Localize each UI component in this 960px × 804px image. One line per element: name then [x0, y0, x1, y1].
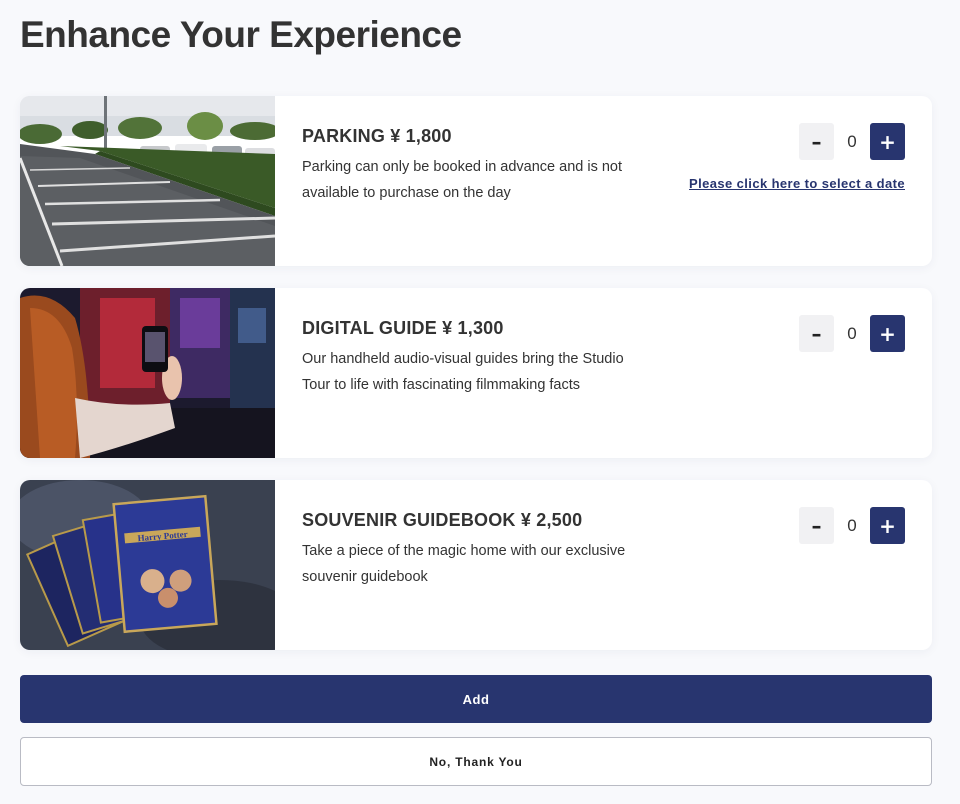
quantity-value: 0	[847, 515, 857, 535]
souvenir-guidebook-image: Harry Potter	[20, 480, 275, 650]
increase-button[interactable]: +	[870, 315, 905, 352]
increase-button[interactable]: +	[870, 123, 905, 160]
product-card-parking: PARKING ¥ 1,800 Parking can only be book…	[20, 96, 932, 266]
product-card-souvenir-guidebook: Harry Potter SOUVENIR GUIDEBOOK ¥ 2,500 …	[20, 480, 932, 650]
quantity-value: 0	[847, 131, 857, 151]
item-title: DIGITAL GUIDE ¥ 1,300	[302, 318, 504, 338]
item-description: Take a piece of the magic home with our …	[302, 543, 626, 585]
item-title: SOUVENIR GUIDEBOOK ¥ 2,500	[302, 510, 583, 530]
quantity-stepper: – 0 +	[799, 315, 905, 352]
page-title: Enhance Your Experience	[20, 14, 462, 55]
item-description: Our handheld audio-visual guides bring t…	[302, 351, 624, 393]
decrease-button[interactable]: –	[799, 315, 834, 352]
quantity-value: 0	[847, 323, 857, 343]
quantity-stepper: – 0 +	[799, 123, 905, 160]
add-button[interactable]: Add	[20, 675, 932, 723]
select-date-link[interactable]: Please click here to select a date	[689, 176, 905, 191]
digital-guide-image	[20, 288, 275, 458]
item-description: Parking can only be booked in advance an…	[302, 159, 623, 201]
item-title: PARKING ¥ 1,800	[302, 126, 452, 146]
quantity-stepper: – 0 +	[799, 507, 905, 544]
product-card-digital-guide: DIGITAL GUIDE ¥ 1,300 Our handheld audio…	[20, 288, 932, 458]
decrease-button[interactable]: –	[799, 123, 834, 160]
parking-image	[20, 96, 275, 266]
increase-button[interactable]: +	[870, 507, 905, 544]
no-thank-you-button[interactable]: No, Thank You	[20, 737, 932, 786]
decrease-button[interactable]: –	[799, 507, 834, 544]
